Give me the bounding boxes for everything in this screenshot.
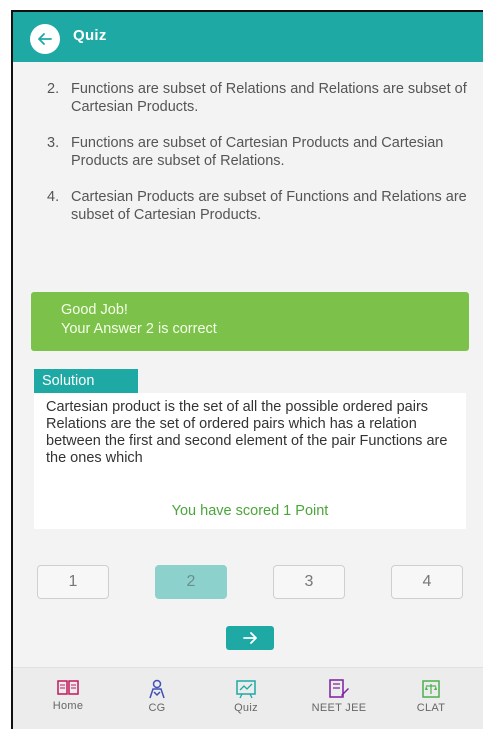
nav-label: Quiz — [234, 702, 258, 714]
option-number: 3. — [47, 135, 60, 151]
nav-item-quiz[interactable]: Quiz — [206, 679, 286, 714]
bottom-navigation: Home CG Quiz NEET JEE CLAT — [13, 667, 483, 729]
page-button-1[interactable]: 1 — [37, 565, 109, 599]
next-button[interactable] — [226, 626, 274, 650]
answer-option-2[interactable]: 2. Functions are subset of Relations and… — [47, 80, 467, 116]
back-button[interactable] — [30, 24, 60, 54]
back-arrow-icon — [38, 33, 52, 45]
home-book-icon — [57, 680, 79, 695]
option-number: 2. — [47, 81, 60, 97]
page-title: Quiz — [73, 27, 107, 44]
edit-document-icon — [329, 679, 349, 698]
app-frame: Quiz 2. Functions are subset of Relation… — [11, 10, 483, 729]
solution-box: Cartesian product is the set of all the … — [34, 393, 466, 529]
page-button-3[interactable]: 3 — [273, 565, 345, 599]
answer-options: 2. Functions are subset of Relations and… — [47, 80, 467, 242]
option-text: Functions are subset of Relations and Re… — [71, 81, 467, 115]
nav-item-cg[interactable]: CG — [117, 679, 197, 714]
nav-item-home[interactable]: Home — [28, 679, 108, 712]
nav-item-neet-jee[interactable]: NEET JEE — [299, 679, 379, 714]
option-number: 4. — [47, 189, 60, 205]
answer-option-4[interactable]: 4. Cartesian Products are subset of Func… — [47, 188, 467, 224]
scales-book-icon — [422, 680, 440, 698]
nav-label: CLAT — [416, 702, 446, 714]
nav-label: NEET JEE — [311, 702, 367, 714]
feedback-message: Your Answer 2 is correct — [61, 321, 217, 337]
solution-tab: Solution — [34, 369, 138, 393]
answer-option-3[interactable]: 3. Functions are subset of Cartesian Pro… — [47, 134, 467, 170]
solution-text: Cartesian product is the set of all the … — [46, 399, 448, 466]
arrow-right-icon — [243, 632, 257, 644]
nav-label: Home — [52, 700, 84, 712]
score-message: You have scored 1 Point — [171, 503, 329, 519]
app-bar: Quiz — [13, 12, 483, 62]
nav-label: CG — [148, 702, 166, 714]
person-icon — [149, 679, 165, 699]
page-button-4[interactable]: 4 — [391, 565, 463, 599]
page-button-2[interactable]: 2 — [155, 565, 227, 599]
quiz-board-icon — [236, 680, 256, 699]
question-pager: 1 2 3 4 — [13, 565, 483, 601]
option-text: Functions are subset of Cartesian Produc… — [71, 135, 444, 169]
option-text: Cartesian Products are subset of Functio… — [71, 189, 467, 223]
feedback-title: Good Job! — [61, 302, 128, 318]
feedback-banner: Good Job! Your Answer 2 is correct — [31, 292, 469, 351]
nav-item-clat[interactable]: CLAT — [391, 679, 471, 714]
